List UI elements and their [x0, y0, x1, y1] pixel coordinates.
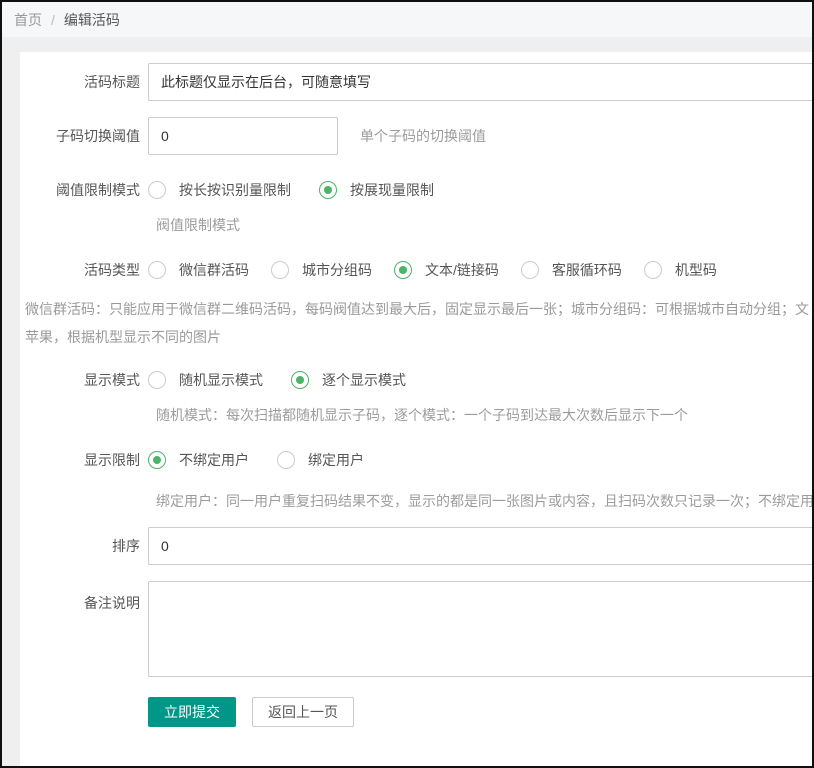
radio-checked-icon[interactable] [291, 371, 309, 389]
threshold-mode-label: 阈值限制模式 [56, 182, 140, 198]
display-limit-label: 显示限制 [84, 452, 140, 468]
display-limit-option-unbound[interactable]: 不绑定用户 [148, 450, 249, 470]
edit-form-panel: 活码标题 子码切换阈值 单个子码的切换阈值 阈值限制模式 按长按识别量限制 [20, 52, 812, 766]
form-row-switch-threshold: 子码切换阈值 单个子码的切换阈值 [20, 117, 812, 155]
code-type-label: 活码类型 [84, 262, 140, 278]
remark-textarea[interactable] [148, 581, 812, 677]
breadcrumb-separator: / [51, 11, 55, 28]
sort-input[interactable] [148, 527, 812, 565]
title-input[interactable] [148, 63, 812, 101]
form-row-threshold-mode: 阈值限制模式 按长按识别量限制 按展现量限制 [20, 171, 812, 209]
code-type-description: 微信群活码：只能应用于微信群二维码活码，每码阀值达到最大后，固定显示最后一张；城… [20, 295, 812, 351]
code-type-option-service-loop[interactable]: 客服循环码 [520, 260, 622, 280]
threshold-mode-hint-row: 阀值限制模式 [20, 215, 812, 235]
back-button[interactable]: 返回上一页 [252, 697, 354, 727]
code-type-option-text-link[interactable]: 文本/链接码 [394, 260, 499, 280]
radio-unchecked-icon[interactable] [148, 181, 166, 199]
display-mode-hint: 随机模式：每次扫描都随机显示子码，逐个模式：一个子码到达最大次数后显示下一个 [156, 407, 688, 423]
submit-button[interactable]: 立即提交 [148, 697, 236, 727]
form-row-title: 活码标题 [20, 63, 812, 101]
page-background: 活码标题 子码切换阈值 单个子码的切换阈值 阈值限制模式 按长按识别量限制 [2, 37, 812, 766]
display-mode-option-sequential[interactable]: 逐个显示模式 [291, 370, 406, 390]
switch-threshold-hint: 单个子码的切换阈值 [360, 128, 486, 144]
threshold-mode-option-impression[interactable]: 按展现量限制 [319, 180, 434, 200]
form-row-code-type: 活码类型 微信群活码 城市分组码 文本/链接码 客服循环码 机型码 [20, 251, 812, 289]
switch-threshold-label: 子码切换阈值 [56, 128, 140, 144]
radio-unchecked-icon[interactable] [277, 451, 295, 469]
display-limit-option-bound[interactable]: 绑定用户 [277, 450, 364, 470]
switch-threshold-input[interactable] [148, 117, 338, 155]
sort-label: 排序 [112, 538, 140, 554]
form-row-display-mode: 显示模式 随机显示模式 逐个显示模式 [20, 361, 812, 399]
threshold-mode-option-recognition[interactable]: 按长按识别量限制 [148, 180, 291, 200]
code-type-description-line2: 苹果，根据机型显示不同的图片 [25, 329, 221, 345]
display-mode-label: 显示模式 [84, 372, 140, 388]
radio-unchecked-icon[interactable] [148, 261, 166, 279]
radio-checked-icon[interactable] [394, 261, 412, 279]
code-type-description-line1: 微信群活码：只能应用于微信群二维码活码，每码阀值达到最大后，固定显示最后一张；城… [25, 301, 809, 317]
display-mode-hint-row: 随机模式：每次扫描都随机显示子码，逐个模式：一个子码到达最大次数后显示下一个 [20, 405, 812, 425]
radio-unchecked-icon[interactable] [643, 261, 662, 279]
display-limit-hint-row: 绑定用户：同一用户重复扫码结果不变，显示的都是同一张图片或内容，且扫码次数只记录… [20, 491, 812, 511]
breadcrumb-current: 编辑活码 [63, 11, 120, 28]
threshold-mode-hint: 阀值限制模式 [156, 217, 240, 233]
form-row-display-limit: 显示限制 不绑定用户 绑定用户 [20, 441, 812, 479]
radio-unchecked-icon[interactable] [271, 261, 289, 279]
form-actions: 立即提交 返回上一页 [20, 697, 812, 727]
breadcrumb: 首页 / 编辑活码 [2, 2, 812, 37]
display-mode-option-random[interactable]: 随机显示模式 [148, 370, 263, 390]
code-type-option-device-model[interactable]: 机型码 [643, 260, 717, 280]
display-limit-hint: 绑定用户：同一用户重复扫码结果不变，显示的都是同一张图片或内容，且扫码次数只记录… [156, 493, 812, 509]
code-type-option-city-group[interactable]: 城市分组码 [271, 260, 372, 280]
breadcrumb-home-link[interactable]: 首页 [14, 10, 42, 30]
title-label: 活码标题 [84, 74, 140, 90]
remark-label: 备注说明 [84, 595, 140, 611]
radio-checked-icon[interactable] [319, 181, 337, 199]
form-row-sort: 排序 [20, 527, 812, 565]
form-row-remark: 备注说明 [20, 581, 812, 677]
radio-unchecked-icon[interactable] [148, 371, 166, 389]
radio-checked-icon[interactable] [148, 451, 166, 469]
code-type-option-wechat-group[interactable]: 微信群活码 [148, 260, 249, 280]
radio-unchecked-icon[interactable] [520, 261, 539, 279]
